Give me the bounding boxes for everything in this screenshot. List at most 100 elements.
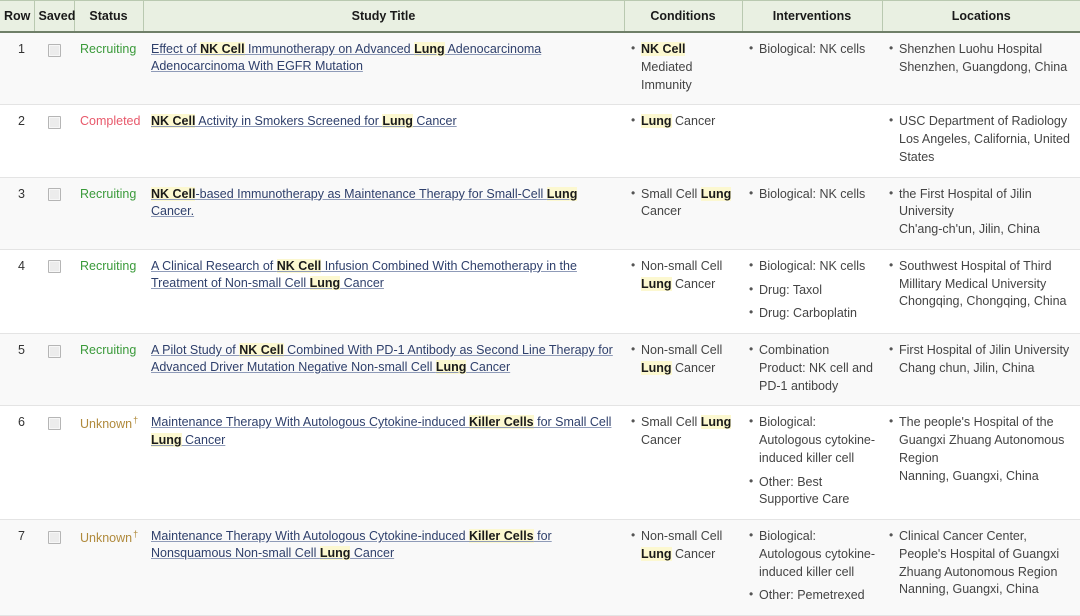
search-term-highlight: NK Cell <box>239 343 283 357</box>
conditions-list: NK Cell Mediated Immunity <box>630 41 736 94</box>
text-run: Mediated Immunity <box>641 60 692 92</box>
text-run: Drug: Carboplatin <box>759 306 857 320</box>
column-header-status[interactable]: Status <box>74 1 143 33</box>
save-study-checkbox[interactable] <box>48 116 61 129</box>
text-run: Maintenance Therapy With Autologous Cyto… <box>151 415 469 429</box>
location-facility: The people's Hospital of the Guangxi Zhu… <box>899 414 1074 467</box>
conditions-cell: Small Cell Lung Cancer <box>624 177 742 249</box>
table-row: 5RecruitingA Pilot Study of NK Cell Comb… <box>0 334 1080 406</box>
interventions-list: Biological: Autologous cytokine-induced … <box>748 528 876 605</box>
condition-item: Non-small Cell Lung Cancer <box>630 258 736 294</box>
study-title-link[interactable]: Maintenance Therapy With Autologous Cyto… <box>151 529 552 560</box>
search-term-highlight: Lung <box>382 114 413 128</box>
location-item: First Hospital of Jilin UniversityChang … <box>888 342 1074 378</box>
location-place: Shenzhen, Guangdong, China <box>899 59 1074 77</box>
text-run: Biological: Autologous cytokine-induced … <box>759 529 875 579</box>
column-header-row[interactable]: Row <box>0 1 34 33</box>
save-study-checkbox[interactable] <box>48 188 61 201</box>
status-badge: Unknown <box>80 531 132 545</box>
study-title-cell: A Clinical Research of NK Cell Infusion … <box>143 249 624 333</box>
interventions-list: Biological: NK cellsDrug: TaxolDrug: Car… <box>748 258 876 323</box>
intervention-item: Other: Pemetrexed <box>748 587 876 605</box>
text-run: Cancer <box>413 114 457 128</box>
locations-list: Shenzhen Luohu HospitalShenzhen, Guangdo… <box>888 41 1074 77</box>
table-row: 7 Unknown† Maintenance Therapy With Autolo… <box>0 520 1080 616</box>
save-study-checkbox[interactable] <box>48 417 61 430</box>
row-number: 7 <box>0 520 34 616</box>
status-badge: Recruiting <box>80 42 136 56</box>
interventions-list: Biological: Autologous cytokine-induced … <box>748 414 876 509</box>
column-header-conditions[interactable]: Conditions <box>624 1 742 33</box>
condition-item: NK Cell Mediated Immunity <box>630 41 736 94</box>
table-row: 4RecruitingA Clinical Research of NK Cel… <box>0 249 1080 333</box>
study-title-link[interactable]: A Pilot Study of NK Cell Combined With P… <box>151 343 613 374</box>
search-term-highlight: Lung <box>310 276 341 290</box>
table-row: 1RecruitingEffect of NK Cell Immunothera… <box>0 32 1080 105</box>
table-row: 6Unknown†Maintenance Therapy With Autolo… <box>0 406 1080 520</box>
text-run: Cancer. <box>151 204 194 218</box>
locations-list: the First Hospital of Jilin UniversityCh… <box>888 186 1074 239</box>
location-place: Chang chun, Jilin, China <box>899 360 1074 378</box>
text-run: Cancer <box>641 433 681 447</box>
condition-item: Small Cell Lung Cancer <box>630 414 736 450</box>
study-title-cell: Maintenance Therapy With Autologous Cyto… <box>143 520 624 616</box>
search-term-highlight: Lung <box>641 361 672 375</box>
intervention-item: Biological: NK cells <box>748 41 876 59</box>
intervention-item: Biological: NK cells <box>748 186 876 204</box>
interventions-cell <box>742 105 882 177</box>
column-header-interventions[interactable]: Interventions <box>742 1 882 33</box>
study-title-link[interactable]: Maintenance Therapy With Autologous Cyto… <box>151 415 611 446</box>
intervention-item: Combination Product: NK cell and PD-1 an… <box>748 342 876 395</box>
study-title-link[interactable]: NK Cell-based Immunotherapy as Maintenan… <box>151 187 577 218</box>
location-item: the First Hospital of Jilin UniversityCh… <box>888 186 1074 239</box>
search-term-highlight: Lung <box>547 187 578 201</box>
locations-list: Southwest Hospital of Third Millitary Me… <box>888 258 1074 311</box>
conditions-cell: Non-small Cell Lung Cancer <box>624 249 742 333</box>
save-study-checkbox[interactable] <box>48 531 61 544</box>
study-title-link[interactable]: NK Cell Activity in Smokers Screened for… <box>151 114 457 128</box>
column-header-locations[interactable]: Locations <box>882 1 1080 33</box>
locations-cell: Clinical Cancer Center, People's Hospita… <box>882 520 1080 616</box>
interventions-cell: Biological: Autologous cytokine-induced … <box>742 520 882 616</box>
intervention-item: Biological: Autologous cytokine-induced … <box>748 414 876 467</box>
location-facility: Shenzhen Luohu Hospital <box>899 41 1074 59</box>
text-run: -based Immunotherapy as Maintenance Ther… <box>195 187 546 201</box>
text-run: Biological: NK cells <box>759 187 865 201</box>
text-run: Cancer <box>182 433 226 447</box>
interventions-cell: Biological: Autologous cytokine-induced … <box>742 406 882 520</box>
saved-cell <box>34 520 74 616</box>
interventions-list: Combination Product: NK cell and PD-1 an… <box>748 342 876 395</box>
save-study-checkbox[interactable] <box>48 44 61 57</box>
column-header-study-title[interactable]: Study Title <box>143 1 624 33</box>
table-row: 3RecruitingNK Cell-based Immunotherapy a… <box>0 177 1080 249</box>
location-item: USC Department of RadiologyLos Angeles, … <box>888 113 1074 166</box>
status-cell: Unknown† <box>74 520 143 616</box>
text-run: Immunotherapy on Advanced <box>245 42 415 56</box>
text-run: Cancer <box>466 360 510 374</box>
search-term-highlight: Lung <box>701 415 732 429</box>
status-cell: Recruiting <box>74 177 143 249</box>
status-cell: Unknown† <box>74 406 143 520</box>
intervention-item: Drug: Taxol <box>748 282 876 300</box>
search-term-highlight: Lung <box>320 546 351 560</box>
status-badge: Unknown <box>80 417 132 431</box>
study-title-link[interactable]: Effect of NK Cell Immunotherapy on Advan… <box>151 42 541 73</box>
status-badge: Recruiting <box>80 343 136 357</box>
search-term-highlight: Lung <box>641 114 672 128</box>
text-run: Cancer <box>672 547 716 561</box>
location-facility: Clinical Cancer Center, People's Hospita… <box>899 528 1074 581</box>
locations-list: USC Department of RadiologyLos Angeles, … <box>888 113 1074 166</box>
save-study-checkbox[interactable] <box>48 345 61 358</box>
saved-cell <box>34 249 74 333</box>
text-run: Small Cell <box>641 187 701 201</box>
locations-list: First Hospital of Jilin UniversityChang … <box>888 342 1074 378</box>
text-run: Drug: Taxol <box>759 283 822 297</box>
intervention-item: Drug: Carboplatin <box>748 305 876 323</box>
conditions-cell: Non-small Cell Lung Cancer <box>624 520 742 616</box>
condition-item: Non-small Cell Lung Cancer <box>630 528 736 564</box>
status-badge: Recruiting <box>80 187 136 201</box>
study-title-link[interactable]: A Clinical Research of NK Cell Infusion … <box>151 259 577 290</box>
column-header-saved[interactable]: Saved <box>34 1 74 33</box>
saved-cell <box>34 406 74 520</box>
save-study-checkbox[interactable] <box>48 260 61 273</box>
